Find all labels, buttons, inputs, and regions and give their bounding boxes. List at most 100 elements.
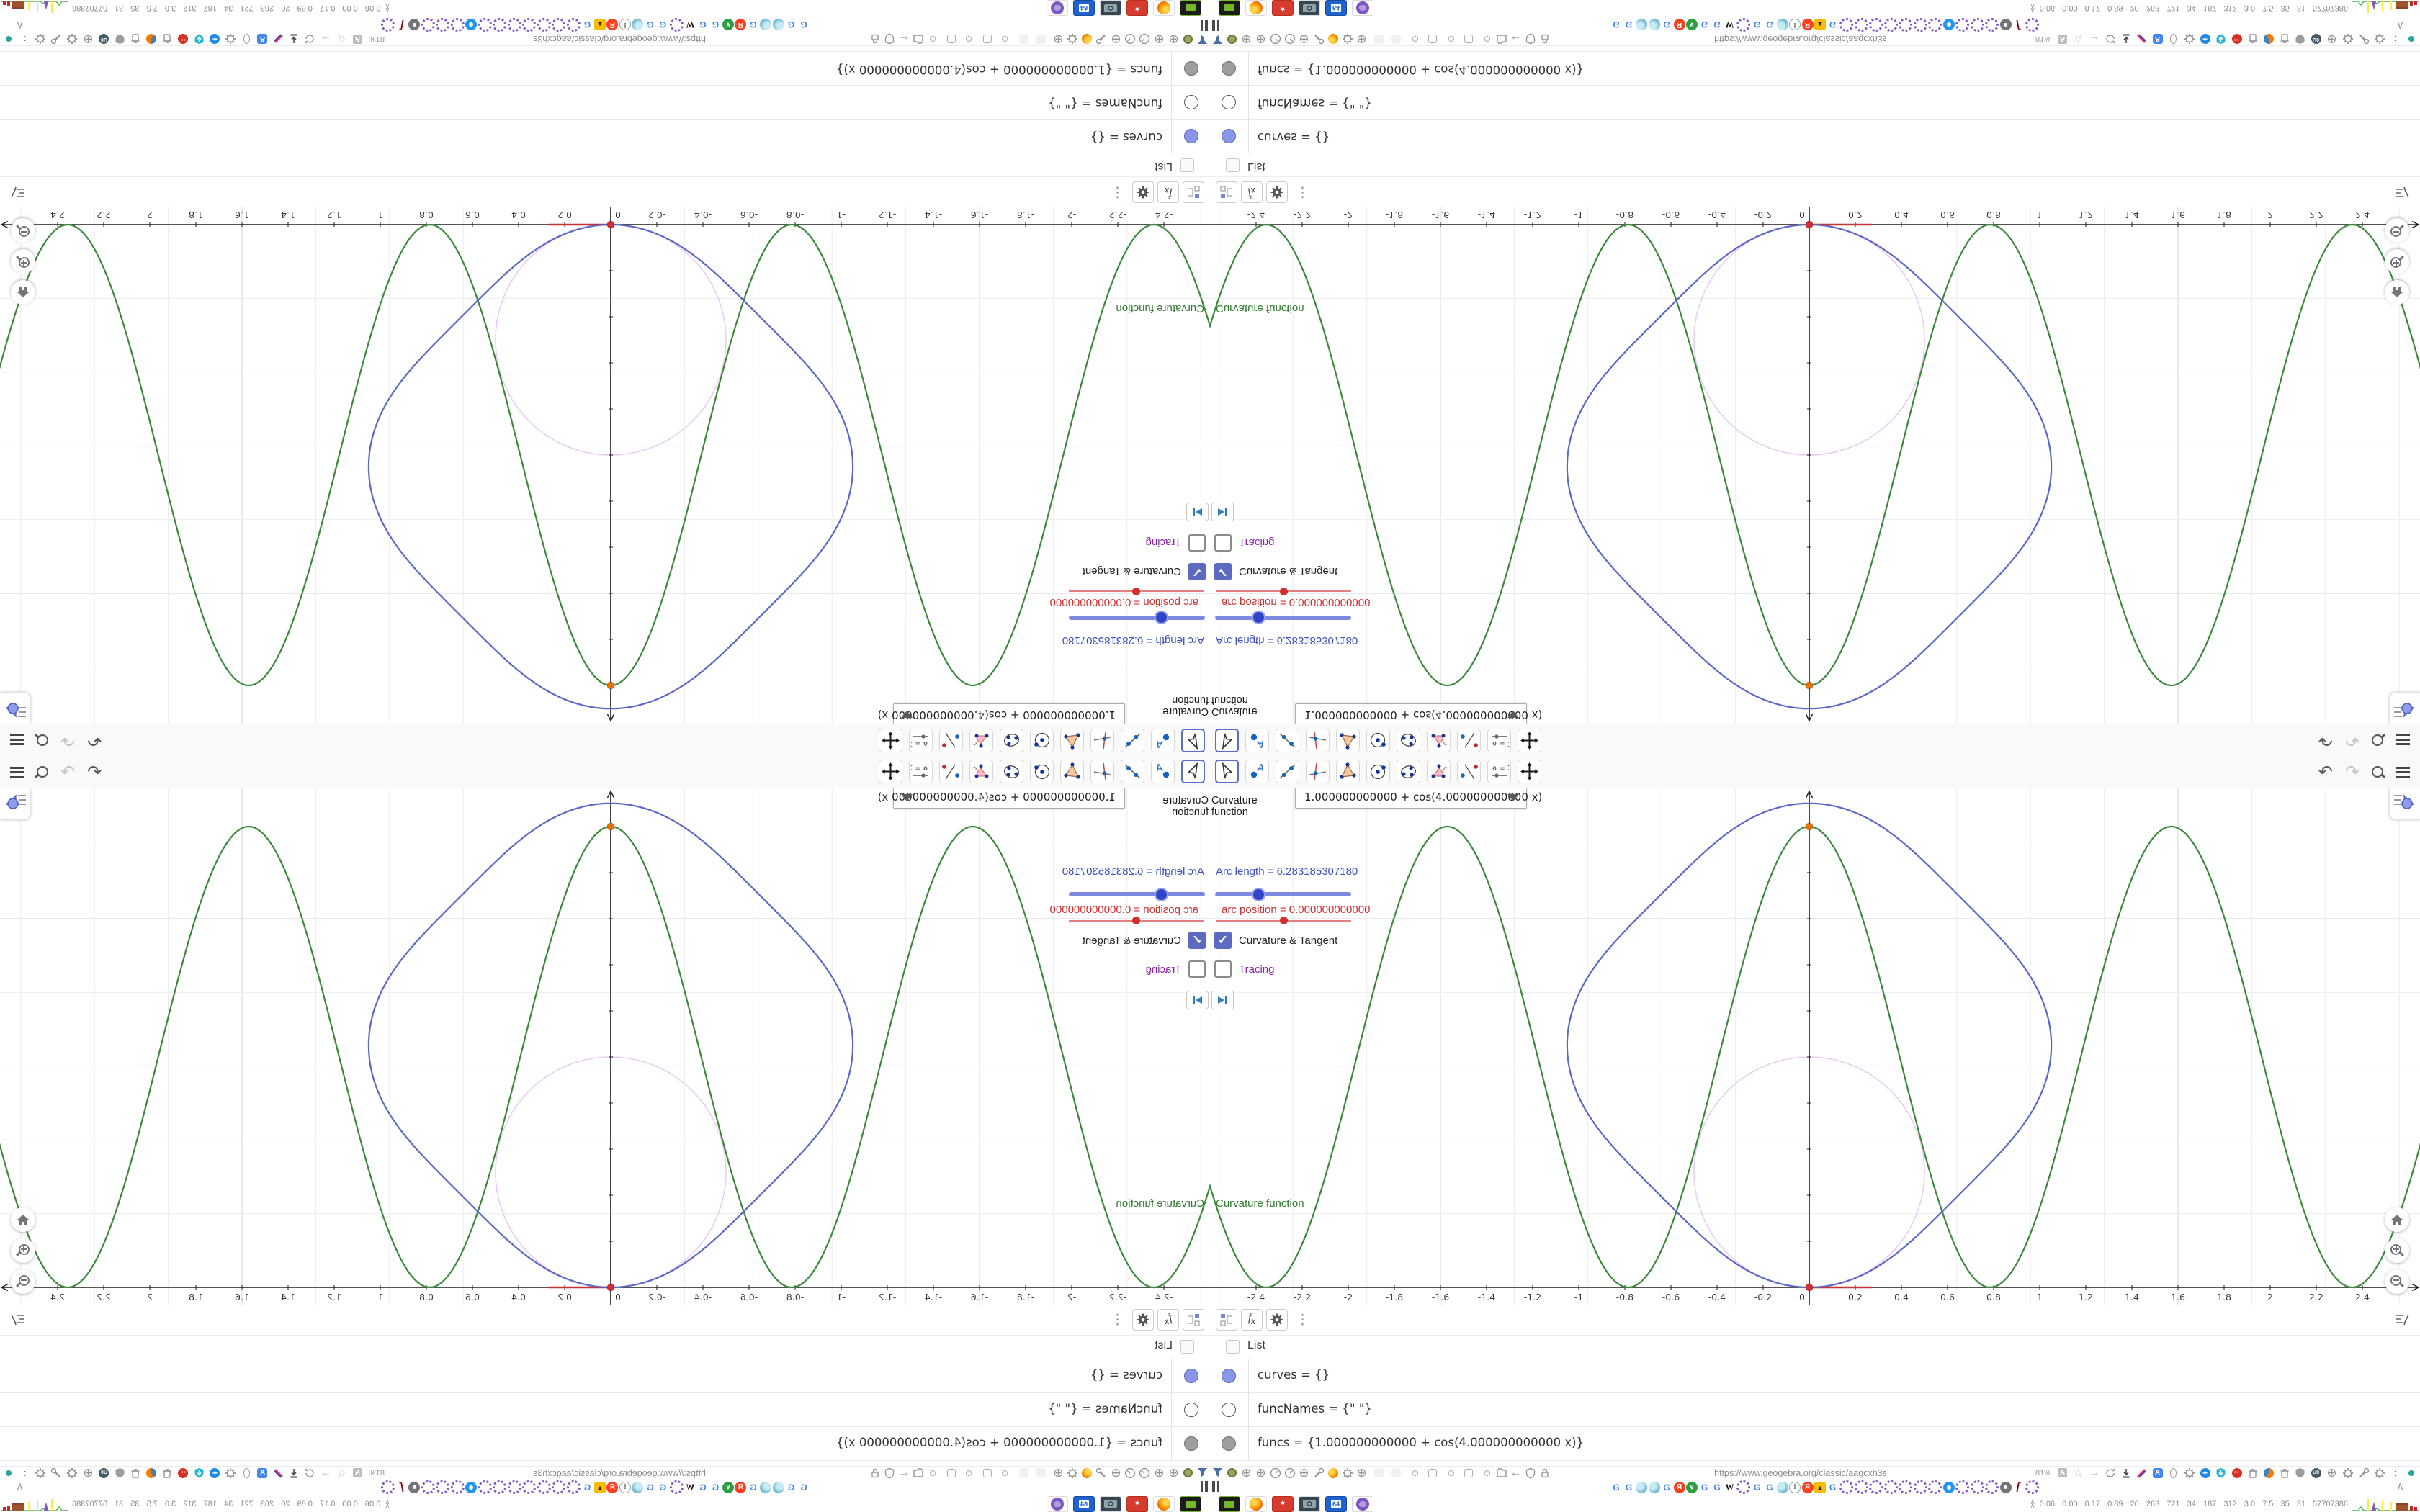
redo-button[interactable]: ↷ xyxy=(60,731,75,750)
circle-tool-button[interactable] xyxy=(1030,729,1054,752)
double-chevron-up-icon[interactable]: ∧ ∧ xyxy=(385,1498,390,1510)
pause-icon[interactable] xyxy=(1201,1481,1208,1492)
collapse-icon[interactable]: − xyxy=(1180,158,1194,172)
algebra-fx-button[interactable]: fx xyxy=(1157,181,1179,203)
move-tool-button[interactable] xyxy=(1181,760,1205,783)
home-button[interactable] xyxy=(2385,1207,2409,1232)
algebra-tree-view-button[interactable] xyxy=(1183,181,1204,203)
arc-position-slider-thumb[interactable] xyxy=(1132,588,1140,595)
arc-length-slider-thumb[interactable] xyxy=(1251,888,1265,901)
list-group-header[interactable]: − List xyxy=(0,153,1210,176)
reflect-tool-button[interactable] xyxy=(1457,729,1481,752)
search-icon[interactable] xyxy=(35,766,48,778)
arc-length-slider[interactable] xyxy=(1069,611,1205,624)
point-tool-button[interactable]: A xyxy=(1151,729,1175,752)
chevron-up-icon[interactable]: ∧ xyxy=(2396,1480,2404,1493)
ellipse-tool-button[interactable] xyxy=(1000,729,1023,752)
zoom-out-button[interactable] xyxy=(2385,1269,2409,1294)
line-tool-button[interactable] xyxy=(1276,729,1299,752)
polygon-tool-button[interactable] xyxy=(1336,729,1360,752)
algebra-row-curves[interactable]: curves = {} xyxy=(0,1359,1210,1393)
perpendicular-line-tool-button[interactable] xyxy=(1090,760,1114,783)
menu-button[interactable] xyxy=(2396,766,2410,778)
algebra-more-button[interactable]: ⋮ xyxy=(1296,184,1309,201)
perpendicular-line-tool-button[interactable] xyxy=(1306,760,1330,783)
graphics-canvas[interactable]: -2.4 -2.2 -2 -1.8 -1.6 -1.4 -1.2 -1 -0.8 -0.6 -0.4… xyxy=(0,207,1210,724)
curvature-tangent-checkbox[interactable]: ✓ xyxy=(1188,932,1206,949)
algebra-more-button[interactable]: ⋮ xyxy=(1111,184,1124,201)
move-view-tool-button[interactable] xyxy=(1518,729,1541,752)
algebra-fx-button[interactable]: fx xyxy=(1157,1309,1179,1331)
slider-tool-button[interactable]: a = 2 xyxy=(909,729,933,752)
move-tool-button[interactable] xyxy=(1215,760,1239,783)
app-floppy-64[interactable]: 64 xyxy=(1325,1496,1347,1512)
point-tool-button[interactable]: A xyxy=(1151,760,1175,783)
curvature-tangent-checkbox[interactable]: ✓ xyxy=(1214,563,1232,580)
arc-position-slider[interactable] xyxy=(1216,588,1351,595)
move-view-tool-button[interactable] xyxy=(1518,760,1541,783)
search-icon[interactable] xyxy=(2372,766,2385,778)
zoom-out-button[interactable] xyxy=(2385,218,2409,243)
tracing-checkbox[interactable] xyxy=(1214,534,1232,552)
angle-tool-button[interactable]: α xyxy=(969,729,993,752)
move-view-tool-button[interactable] xyxy=(879,729,902,752)
visibility-marble[interactable] xyxy=(1222,1369,1236,1383)
visibility-marble[interactable] xyxy=(1184,129,1198,143)
algebra-row-funcnames[interactable]: funcNames = {" "} xyxy=(0,1393,1210,1427)
algebra-settings-button[interactable] xyxy=(1132,181,1154,203)
skip-to-end-button[interactable] xyxy=(1186,503,1209,521)
arc-position-slider-thumb[interactable] xyxy=(1280,917,1288,924)
algebra-more-button[interactable]: ⋮ xyxy=(1296,1312,1309,1328)
app-firefox[interactable] xyxy=(1245,0,1267,16)
app-settings-red[interactable]: * xyxy=(1272,0,1294,16)
search-icon[interactable] xyxy=(2372,734,2385,746)
zoom-in-button[interactable] xyxy=(2385,249,2409,274)
move-tool-button[interactable] xyxy=(1215,729,1239,752)
url-text[interactable]: https://www.geogebra.org/classic/aagcxh3… xyxy=(475,1468,763,1478)
skip-to-end-button[interactable] xyxy=(1211,991,1234,1009)
zoom-out-button[interactable] xyxy=(11,218,35,243)
search-icon[interactable] xyxy=(35,734,48,746)
app-floppy-64[interactable]: 64 xyxy=(1073,0,1095,16)
arc-position-slider[interactable] xyxy=(1069,588,1204,595)
skip-to-end-button[interactable] xyxy=(1211,503,1234,521)
undo-button[interactable]: ↶ xyxy=(87,731,102,750)
collapse-icon[interactable]: − xyxy=(1180,1340,1194,1354)
algebra-tree-view-button[interactable] xyxy=(1216,1309,1237,1331)
list-group-header[interactable]: − List xyxy=(0,1336,1210,1359)
algebra-row-funcnames[interactable]: funcNames = {" "} xyxy=(1210,1393,2420,1427)
arc-length-slider[interactable] xyxy=(1069,888,1205,901)
visibility-marble[interactable] xyxy=(1184,95,1198,109)
point-tool-button[interactable]: A xyxy=(1245,760,1269,783)
arc-position-slider[interactable] xyxy=(1216,917,1351,924)
line-tool-button[interactable] xyxy=(1121,760,1144,783)
circle-tool-button[interactable] xyxy=(1366,760,1390,783)
curvature-function-dropdown[interactable]: 1.000000000000 + cos(4.000000000000 x) xyxy=(878,788,1125,809)
algebra-row-curves[interactable]: curves = {} xyxy=(1210,119,2420,153)
arc-length-slider[interactable] xyxy=(1215,611,1351,624)
algebra-tree-view-button[interactable] xyxy=(1216,181,1237,203)
skip-to-end-button[interactable] xyxy=(1186,991,1209,1009)
app-screenshot-tool[interactable] xyxy=(1299,1496,1320,1512)
polygon-tool-button[interactable] xyxy=(1336,760,1360,783)
move-view-tool-button[interactable] xyxy=(879,760,902,783)
visibility-marble[interactable] xyxy=(1222,95,1236,109)
app-firefox[interactable] xyxy=(1153,1496,1175,1512)
graphics-canvas[interactable]: -2.4 -2.2 -2 -1.8 -1.6 -1.4 -1.2 -1 -0.8 -0.6 -0.4… xyxy=(1210,788,2420,1305)
menu-button[interactable] xyxy=(2396,734,2410,746)
point-tool-button[interactable]: A xyxy=(1245,729,1269,752)
double-chevron-up-icon[interactable]: ∧ ∧ xyxy=(385,2,390,14)
app-screenshot-tool[interactable] xyxy=(1100,0,1121,16)
collapse-icon[interactable]: − xyxy=(1226,158,1240,172)
perpendicular-line-tool-button[interactable] xyxy=(1306,729,1330,752)
chevron-up-icon[interactable]: ∧ xyxy=(16,19,24,32)
visibility-marble[interactable] xyxy=(1184,1369,1198,1383)
visibility-marble[interactable] xyxy=(1222,1436,1236,1451)
algebra-stylebar-button[interactable] xyxy=(2394,181,2410,200)
line-tool-button[interactable] xyxy=(1121,729,1144,752)
double-chevron-up-icon[interactable]: ∧ ∧ xyxy=(2030,1499,2035,1510)
app-settings-red[interactable]: * xyxy=(1126,0,1148,16)
algebra-fx-button[interactable]: fx xyxy=(1241,1309,1263,1331)
algebra-stylebar-button[interactable] xyxy=(2394,1312,2410,1331)
slider-tool-button[interactable]: a = 2 xyxy=(1487,729,1511,752)
